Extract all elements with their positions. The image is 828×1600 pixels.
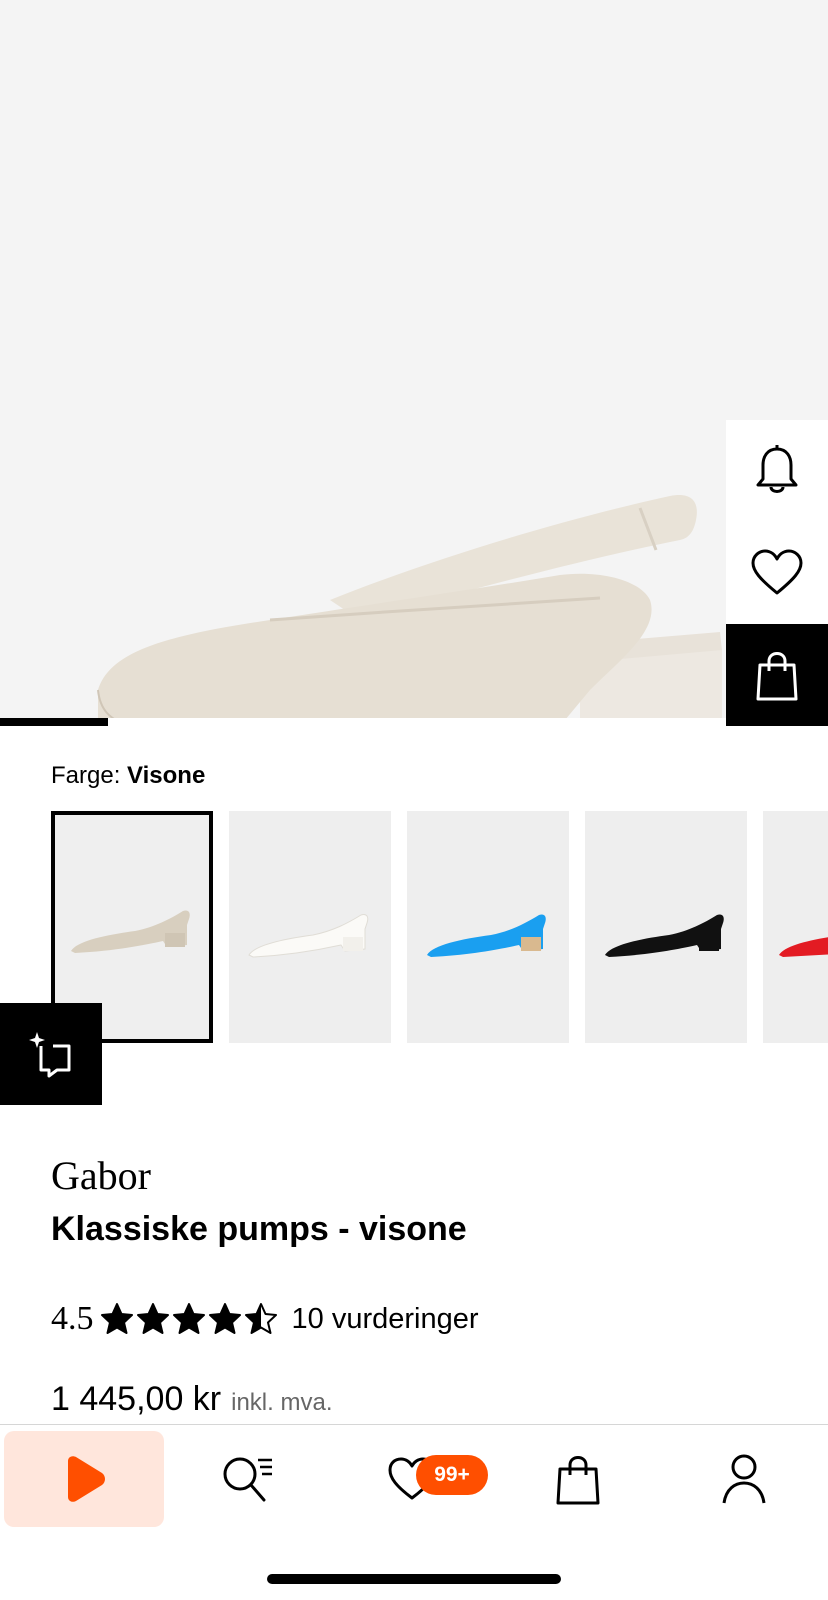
shopping-bag-icon (756, 652, 798, 701)
shopping-bag-icon (556, 1456, 600, 1505)
rating-score: 4.5 (51, 1300, 94, 1337)
review-count: 10 vurderinger (291, 1302, 479, 1335)
product-price: 1 445,00 kr inkl. mva. (51, 1380, 332, 1419)
notify-button[interactable] (726, 420, 828, 522)
nav-account[interactable] (664, 1431, 824, 1527)
carousel-progress-fill (0, 718, 108, 726)
price-amount: 1 445,00 kr (51, 1380, 222, 1418)
color-swatch-blue[interactable] (407, 811, 569, 1043)
nav-search[interactable] (168, 1431, 328, 1527)
bell-icon (756, 445, 798, 493)
product-image[interactable] (0, 0, 828, 726)
add-to-bag-button[interactable] (726, 624, 828, 726)
star-icon (244, 1303, 277, 1334)
swatch-shoe-image (248, 914, 369, 958)
product-rating[interactable]: 4.5 10 vurderinger (51, 1300, 479, 1338)
carousel-progress (0, 718, 828, 726)
product-shoe-image (97, 495, 730, 726)
search-list-icon (223, 1457, 272, 1502)
swatch-shoe-image (779, 937, 828, 957)
color-swatch-red[interactable] (763, 811, 828, 1043)
color-swatch-list (51, 811, 828, 1045)
color-swatch-black[interactable] (585, 811, 747, 1043)
user-icon (722, 1454, 766, 1504)
swatch-shoe-image (605, 914, 724, 957)
action-rail (726, 420, 828, 726)
wishlist-count-badge: 99+ (416, 1455, 488, 1495)
sparkle-compare-icon (29, 1032, 71, 1078)
color-selected-name: Visone (127, 762, 206, 789)
heart-icon (751, 549, 803, 595)
wishlist-button[interactable] (726, 522, 828, 624)
play-icon (68, 1456, 105, 1502)
color-label: Farge: Visone (51, 762, 205, 790)
star-icon (136, 1303, 169, 1334)
nav-bag[interactable] (498, 1431, 658, 1527)
star-icon (208, 1303, 241, 1334)
swatch-shoe-image (427, 914, 546, 957)
product-title: Klassiske pumps - visone (51, 1210, 467, 1248)
nav-home[interactable] (4, 1431, 164, 1527)
color-swatch-white[interactable] (229, 811, 391, 1043)
product-brand[interactable]: Gabor (51, 1152, 151, 1199)
rating-stars (100, 1302, 278, 1336)
price-vat-note: inkl. mva. (231, 1389, 333, 1416)
color-label-prefix: Farge: (51, 762, 121, 789)
star-icon (100, 1303, 133, 1334)
home-indicator (267, 1574, 561, 1584)
star-icon (172, 1303, 205, 1334)
compare-button[interactable] (0, 1003, 102, 1105)
